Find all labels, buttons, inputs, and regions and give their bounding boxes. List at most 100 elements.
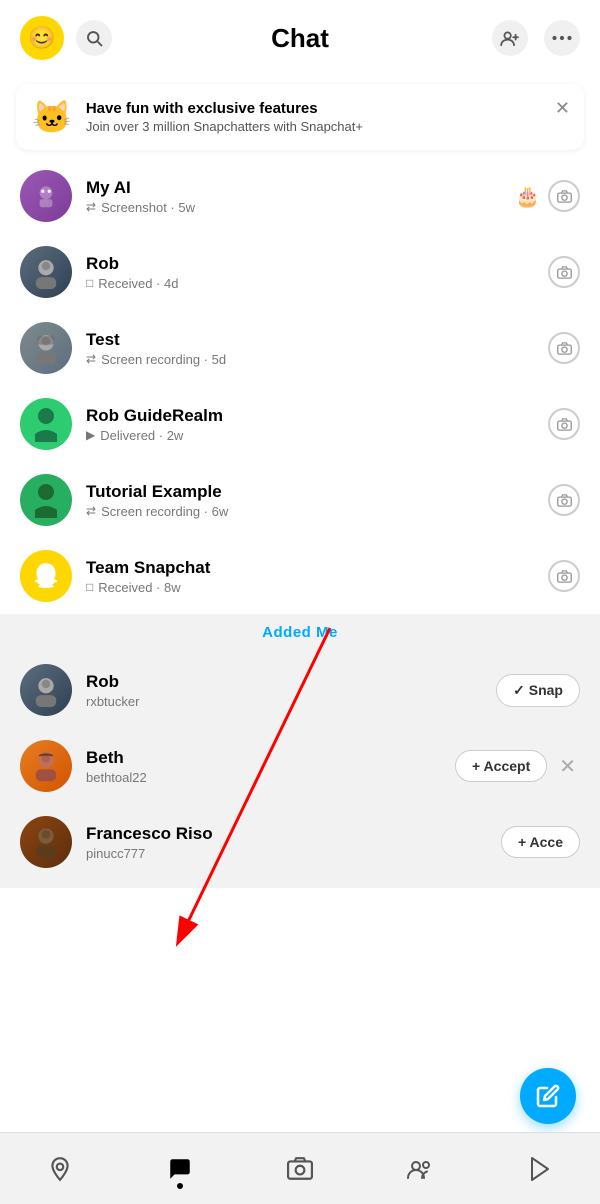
added-avatar-rob — [20, 664, 72, 716]
sub-icon-myai: ⇄ — [86, 200, 96, 214]
camera-btn-test[interactable] — [548, 332, 580, 364]
chat-name-myai: My AI — [86, 178, 501, 198]
added-username-beth: bethtoal22 — [86, 770, 441, 785]
chat-info-test: Test ⇄ Screen recording · 5d — [86, 330, 534, 367]
chat-sub-robguide: ▶ Delivered · 2w — [86, 428, 534, 443]
user-avatar[interactable]: 😊 — [20, 16, 64, 60]
stories-icon — [529, 1156, 551, 1182]
chat-sub-tutorial: ⇄ Screen recording · 6w — [86, 504, 534, 519]
chat-sub-test: ⇄ Screen recording · 5d — [86, 352, 534, 367]
added-actions-beth: + Accept ✕ — [455, 750, 580, 782]
avatar-robguide — [20, 398, 72, 450]
chat-action-snapchat — [548, 560, 580, 592]
search-button[interactable] — [76, 20, 112, 56]
added-me-divider: Added Me — [0, 614, 600, 652]
camera-icon — [287, 1156, 313, 1182]
added-info-francesco: Francesco Riso pinucc777 — [86, 824, 487, 861]
nav-friends[interactable] — [396, 1145, 444, 1193]
chat-action-rob — [548, 256, 580, 288]
sub-icon-test: ⇄ — [86, 352, 96, 366]
chat-info-robguide: Rob GuideRealm ▶ Delivered · 2w — [86, 406, 534, 443]
chat-sub-myai: ⇄ Screenshot · 5w — [86, 200, 501, 215]
added-name-rob: Rob — [86, 672, 482, 692]
added-actions-francesco: + Acce — [501, 826, 580, 858]
promo-banner[interactable]: 🐱 Have fun with exclusive features Join … — [16, 84, 584, 150]
avatar-rob — [20, 246, 72, 298]
chat-sub-snapchat: □ Received · 8w — [86, 580, 534, 595]
added-avatar-beth — [20, 740, 72, 792]
camera-btn-tutorial[interactable] — [548, 484, 580, 516]
avatar-tutorial — [20, 474, 72, 526]
bottom-nav — [0, 1132, 600, 1204]
camera-btn-snapchat[interactable] — [548, 560, 580, 592]
chat-name-rob: Rob — [86, 254, 534, 274]
accept-button-francesco[interactable]: + Acce — [501, 826, 580, 858]
added-info-rob: Rob rxbtucker — [86, 672, 482, 709]
chat-item-rob[interactable]: Rob □ Received · 4d — [0, 234, 600, 310]
added-username-francesco: pinucc777 — [86, 846, 487, 861]
added-name-francesco: Francesco Riso — [86, 824, 487, 844]
chat-action-robguide — [548, 408, 580, 440]
added-name-beth: Beth — [86, 748, 441, 768]
sub-text-myai: Screenshot · 5w — [101, 200, 195, 215]
chat-item-snapchat[interactable]: Team Snapchat □ Received · 8w — [0, 538, 600, 614]
sub-icon-rob: □ — [86, 276, 93, 290]
promo-title: Have fun with exclusive features — [86, 100, 363, 117]
chat-info-rob: Rob □ Received · 4d — [86, 254, 534, 291]
chat-name-snapchat: Team Snapchat — [86, 558, 534, 578]
sub-text-test: Screen recording · 5d — [101, 352, 226, 367]
added-username-rob: rxbtucker — [86, 694, 482, 709]
promo-close-button[interactable]: ✕ — [555, 98, 570, 119]
sub-icon-robguide: ▶ — [86, 428, 95, 442]
chat-name-tutorial: Tutorial Example — [86, 482, 534, 502]
snap-button-rob[interactable]: ✓ Snap — [496, 674, 580, 707]
chat-name-test: Test — [86, 330, 534, 350]
chat-info-myai: My AI ⇄ Screenshot · 5w — [86, 178, 501, 215]
sub-text-robguide: Delivered · 2w — [100, 428, 183, 443]
sub-text-snapchat: Received · 8w — [98, 580, 180, 595]
chat-info-snapchat: Team Snapchat □ Received · 8w — [86, 558, 534, 595]
promo-emoji: 🐱 — [32, 98, 72, 136]
added-actions-rob: ✓ Snap — [496, 674, 580, 707]
chat-item-robguide[interactable]: Rob GuideRealm ▶ Delivered · 2w — [0, 386, 600, 462]
accept-button-beth[interactable]: + Accept — [455, 750, 547, 782]
camera-btn-rob[interactable] — [548, 256, 580, 288]
promo-text: Have fun with exclusive features Join ov… — [86, 100, 363, 134]
promo-subtitle: Join over 3 million Snapchatters with Sn… — [86, 119, 363, 134]
added-item-beth[interactable]: Beth bethtoal22 + Accept ✕ — [0, 728, 600, 804]
friends-icon — [406, 1158, 434, 1180]
added-me-title: Added Me — [262, 624, 338, 641]
chat-action-myai: 🎂 — [515, 180, 580, 212]
added-info-beth: Beth bethtoal22 — [86, 748, 441, 785]
chat-item-test[interactable]: Test ⇄ Screen recording · 5d — [0, 310, 600, 386]
more-button[interactable] — [544, 20, 580, 56]
chat-item-myai[interactable]: My AI ⇄ Screenshot · 5w 🎂 — [0, 158, 600, 234]
nav-camera[interactable] — [276, 1145, 324, 1193]
avatar-test — [20, 322, 72, 374]
nav-stories[interactable] — [516, 1145, 564, 1193]
added-item-rob[interactable]: Rob rxbtucker ✓ Snap — [0, 652, 600, 728]
dismiss-button-beth[interactable]: ✕ — [555, 754, 580, 779]
myai-emoji: 🎂 — [515, 184, 540, 209]
chat-info-tutorial: Tutorial Example ⇄ Screen recording · 6w — [86, 482, 534, 519]
sub-icon-tutorial: ⇄ — [86, 504, 96, 518]
avatar-myai — [20, 170, 72, 222]
added-me-section: Rob rxbtucker ✓ Snap Beth bethtoal22 — [0, 652, 600, 888]
nav-map[interactable] — [36, 1145, 84, 1193]
nav-chat[interactable] — [156, 1145, 204, 1193]
chat-item-tutorial[interactable]: Tutorial Example ⇄ Screen recording · 6w — [0, 462, 600, 538]
avatar-snapchat — [20, 550, 72, 602]
header-right — [492, 20, 580, 56]
page-title: Chat — [271, 23, 329, 54]
arrow-area — [0, 888, 600, 938]
added-item-francesco[interactable]: Francesco Riso pinucc777 + Acce — [0, 804, 600, 880]
chat-action-tutorial — [548, 484, 580, 516]
chat-name-robguide: Rob GuideRealm — [86, 406, 534, 426]
add-friend-button[interactable] — [492, 20, 528, 56]
camera-btn-robguide[interactable] — [548, 408, 580, 440]
chat-list: My AI ⇄ Screenshot · 5w 🎂 — [0, 158, 600, 614]
camera-btn-myai[interactable] — [548, 180, 580, 212]
sub-text-rob: Received · 4d — [98, 276, 178, 291]
chat-icon — [167, 1156, 193, 1182]
compose-fab[interactable] — [520, 1068, 576, 1124]
